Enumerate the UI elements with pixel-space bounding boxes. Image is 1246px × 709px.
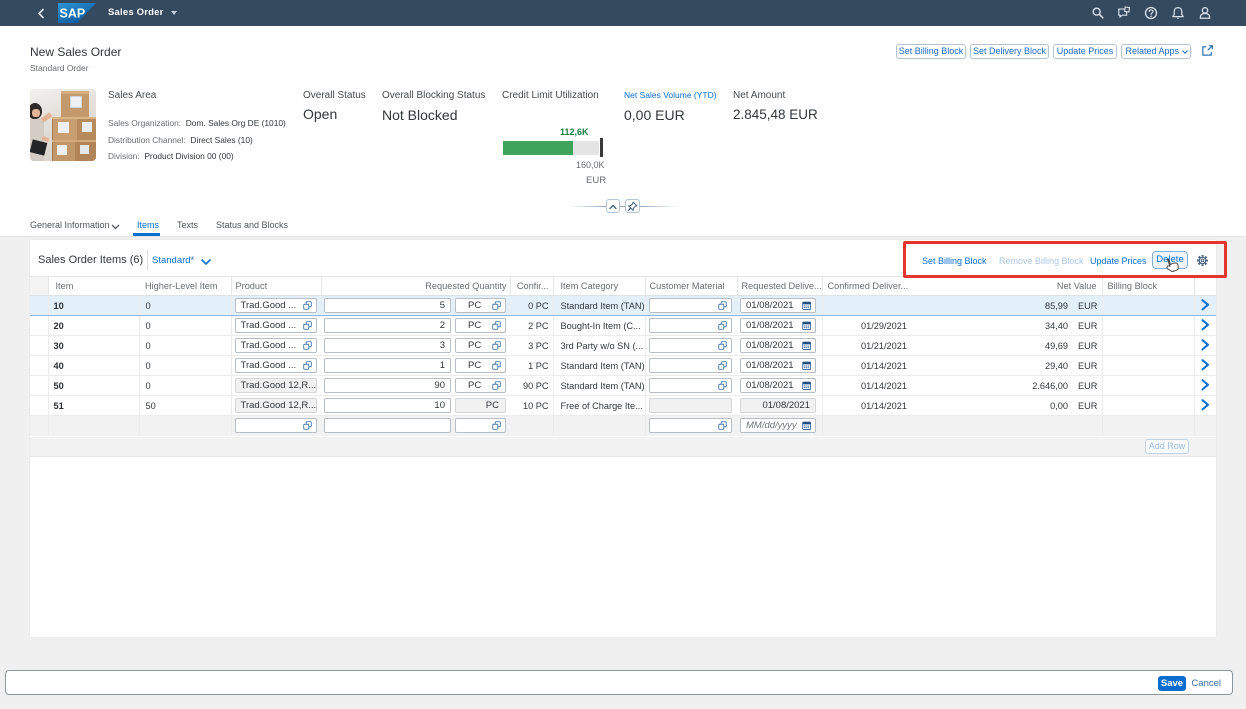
svg-text:SAP: SAP [60, 7, 86, 21]
